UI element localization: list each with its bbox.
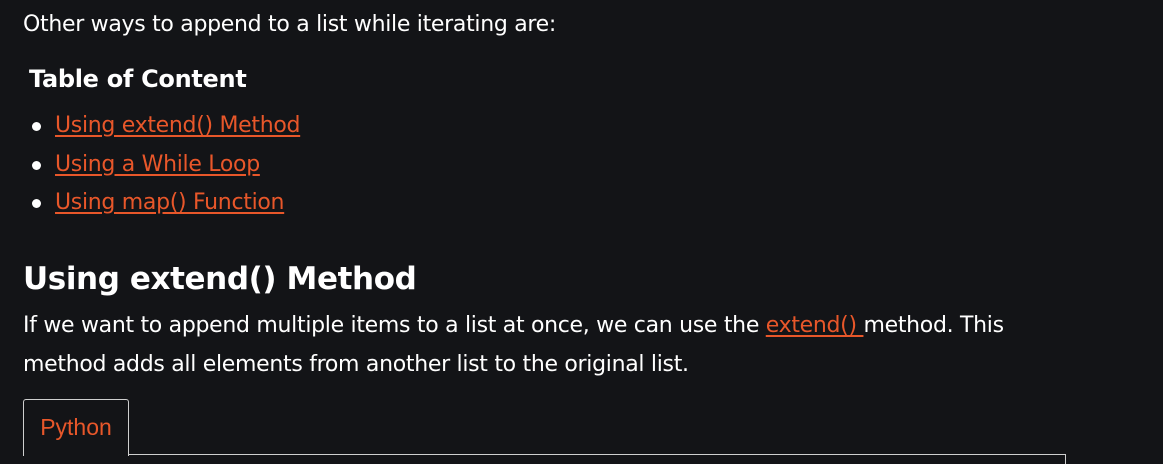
extend-doc-link[interactable]: extend() — [766, 313, 864, 338]
toc-item-extend: Using extend() Method — [0, 108, 300, 147]
toc-item-while-loop: Using a While Loop — [0, 147, 300, 186]
toc-link-extend[interactable]: Using extend() Method — [55, 113, 300, 138]
toc-item-map: Using map() Function — [0, 185, 300, 224]
toc-link-map[interactable]: Using map() Function — [55, 190, 285, 215]
toc-link-while-loop[interactable]: Using a While Loop — [55, 152, 260, 177]
article-page: Other ways to append to a list while ite… — [0, 0, 1163, 464]
bullet-icon — [32, 199, 41, 208]
code-tab-python[interactable]: Python — [23, 399, 129, 456]
toc-title: Table of Content — [29, 65, 247, 93]
section-paragraph: If we want to append multiple items to a… — [23, 307, 1053, 384]
intro-text: Other ways to append to a list while ite… — [23, 12, 557, 37]
toc-list: Using extend() Method Using a While Loop… — [0, 108, 300, 224]
bullet-icon — [32, 122, 41, 131]
code-block-frame — [23, 454, 1066, 464]
bullet-icon — [32, 160, 41, 170]
section-heading: Using extend() Method — [23, 261, 417, 297]
paragraph-text-start: If we want to append multiple items to a… — [23, 313, 766, 338]
